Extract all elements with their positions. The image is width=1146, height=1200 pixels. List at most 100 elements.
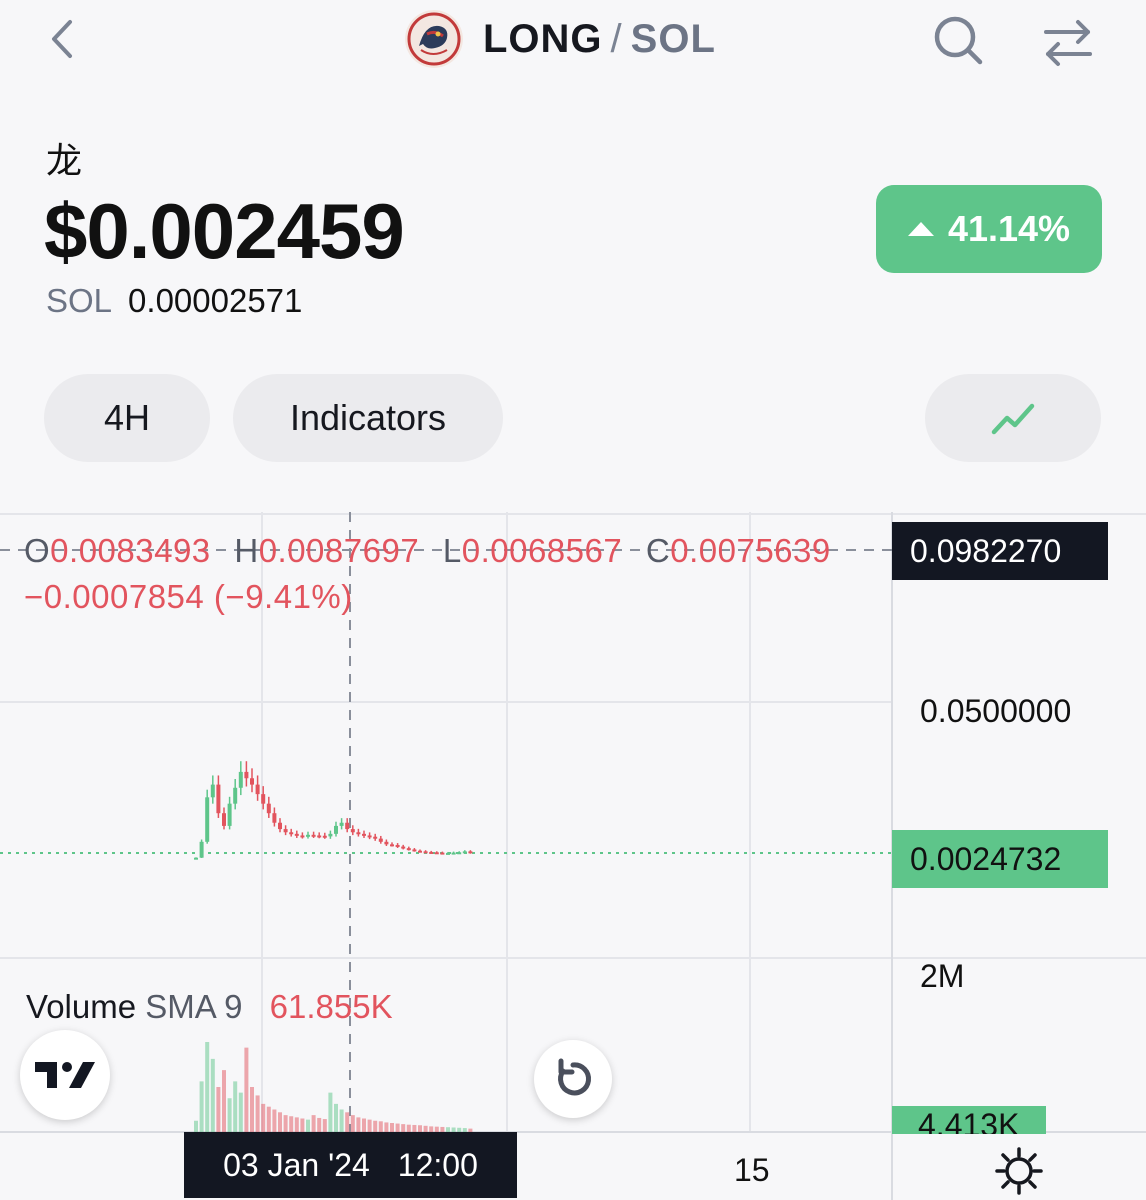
volume-bar xyxy=(311,1115,316,1132)
candle xyxy=(222,813,226,826)
high-label: H xyxy=(234,532,259,569)
candle xyxy=(412,849,417,852)
candle xyxy=(451,852,456,855)
volume-bar xyxy=(373,1120,378,1132)
volume-bar xyxy=(255,1095,260,1132)
high-value: 0.0087697 xyxy=(258,532,420,569)
candle xyxy=(216,784,221,814)
candle xyxy=(406,848,411,851)
candle xyxy=(266,803,271,814)
volume-bar xyxy=(238,1092,243,1132)
volume-bar xyxy=(345,1112,350,1132)
candle xyxy=(440,852,445,855)
interval-button[interactable]: 4H xyxy=(44,374,210,462)
volume-axis-label: 2M xyxy=(920,958,965,994)
candle xyxy=(468,851,473,854)
volume-bar xyxy=(278,1112,282,1132)
candle xyxy=(373,836,378,839)
tradingview-logo[interactable] xyxy=(20,1030,110,1120)
candle xyxy=(423,851,428,854)
back-icon[interactable] xyxy=(40,14,90,64)
last-price-tag: 0.0024732 xyxy=(892,830,1108,888)
candle xyxy=(434,852,439,855)
settings-gear-icon[interactable] xyxy=(994,1146,1044,1196)
volume-bar xyxy=(412,1124,417,1132)
candle xyxy=(401,846,406,849)
volume-bar xyxy=(233,1081,238,1132)
candle xyxy=(205,797,210,842)
candle xyxy=(446,852,450,855)
volume-bar xyxy=(395,1123,400,1132)
volume-title: Volume xyxy=(26,988,137,1025)
candle xyxy=(328,833,333,837)
reset-chart-button[interactable] xyxy=(534,1040,612,1118)
volume-bar xyxy=(406,1124,411,1132)
volume-bar xyxy=(356,1117,361,1132)
candles-layer xyxy=(194,761,473,860)
triangle-up-icon xyxy=(907,222,934,236)
volume-bar xyxy=(317,1117,322,1132)
candle xyxy=(255,784,260,795)
volume-bar xyxy=(227,1098,232,1132)
time-axis-tick: 15 xyxy=(734,1152,770,1188)
candle xyxy=(300,835,305,838)
candle xyxy=(462,851,467,854)
swap-icon[interactable] xyxy=(1040,14,1096,70)
candle xyxy=(238,771,243,788)
volume-bar xyxy=(289,1116,294,1132)
pair-header: LONG / SOL xyxy=(405,8,716,70)
volume-bar xyxy=(244,1047,249,1132)
reset-icon xyxy=(558,1058,592,1096)
volume-bar xyxy=(384,1122,389,1132)
volume-sma-label: SMA 9 xyxy=(145,988,243,1025)
candle xyxy=(378,838,383,842)
volume-bar xyxy=(350,1115,355,1132)
candle xyxy=(272,813,277,823)
candle xyxy=(233,787,238,804)
change-badge: 41.14% xyxy=(876,185,1102,273)
volume-bar xyxy=(322,1119,327,1132)
candle xyxy=(345,822,350,830)
volume-legend: Volume SMA 9 61.855K xyxy=(26,988,393,1026)
low-label: L xyxy=(442,532,462,569)
volume-bar xyxy=(216,1087,221,1132)
candle xyxy=(199,841,204,858)
candle xyxy=(289,832,294,835)
crosshair-time-tag: 03 Jan '24 12:00 xyxy=(184,1132,517,1198)
token-logo xyxy=(405,10,463,68)
candle xyxy=(283,829,288,833)
volume-bar xyxy=(418,1125,422,1132)
candle xyxy=(311,834,316,837)
volume-bar xyxy=(328,1092,333,1132)
volume-bar xyxy=(339,1109,344,1132)
open-label: O xyxy=(24,532,51,569)
volume-bar xyxy=(222,1070,226,1132)
token-name: 龙 xyxy=(46,141,83,182)
volume-bar xyxy=(261,1103,266,1132)
candle xyxy=(390,844,394,847)
crosshair-price-tag: 0.0982270 xyxy=(892,522,1108,580)
volume-bar xyxy=(294,1117,299,1132)
volume-bar xyxy=(266,1106,271,1132)
crosshair-time: 12:00 xyxy=(397,1146,478,1183)
volume-bar xyxy=(283,1115,288,1132)
candle xyxy=(395,844,400,847)
search-icon[interactable] xyxy=(930,12,986,68)
price-axis-label: 0.0500000 xyxy=(920,692,1072,729)
close-label: C xyxy=(645,532,671,569)
sol-price-row: SOL 0.00002571 xyxy=(46,282,302,320)
indicators-button[interactable]: Indicators xyxy=(233,374,503,462)
candle xyxy=(227,803,232,826)
candle xyxy=(350,829,355,833)
sol-price-value: 0.00002571 xyxy=(128,282,303,319)
base-symbol: LONG xyxy=(483,16,603,61)
volume-bar xyxy=(300,1118,305,1132)
sol-label: SOL xyxy=(46,282,113,319)
volume-sma-value: 61.855K xyxy=(269,988,393,1025)
pair-name: LONG / SOL xyxy=(483,17,716,62)
candle xyxy=(322,835,327,838)
volume-last-tag: 4.413K xyxy=(892,1106,1046,1134)
candle xyxy=(250,778,254,785)
chart-type-button[interactable] xyxy=(925,374,1101,462)
candle xyxy=(356,832,361,835)
